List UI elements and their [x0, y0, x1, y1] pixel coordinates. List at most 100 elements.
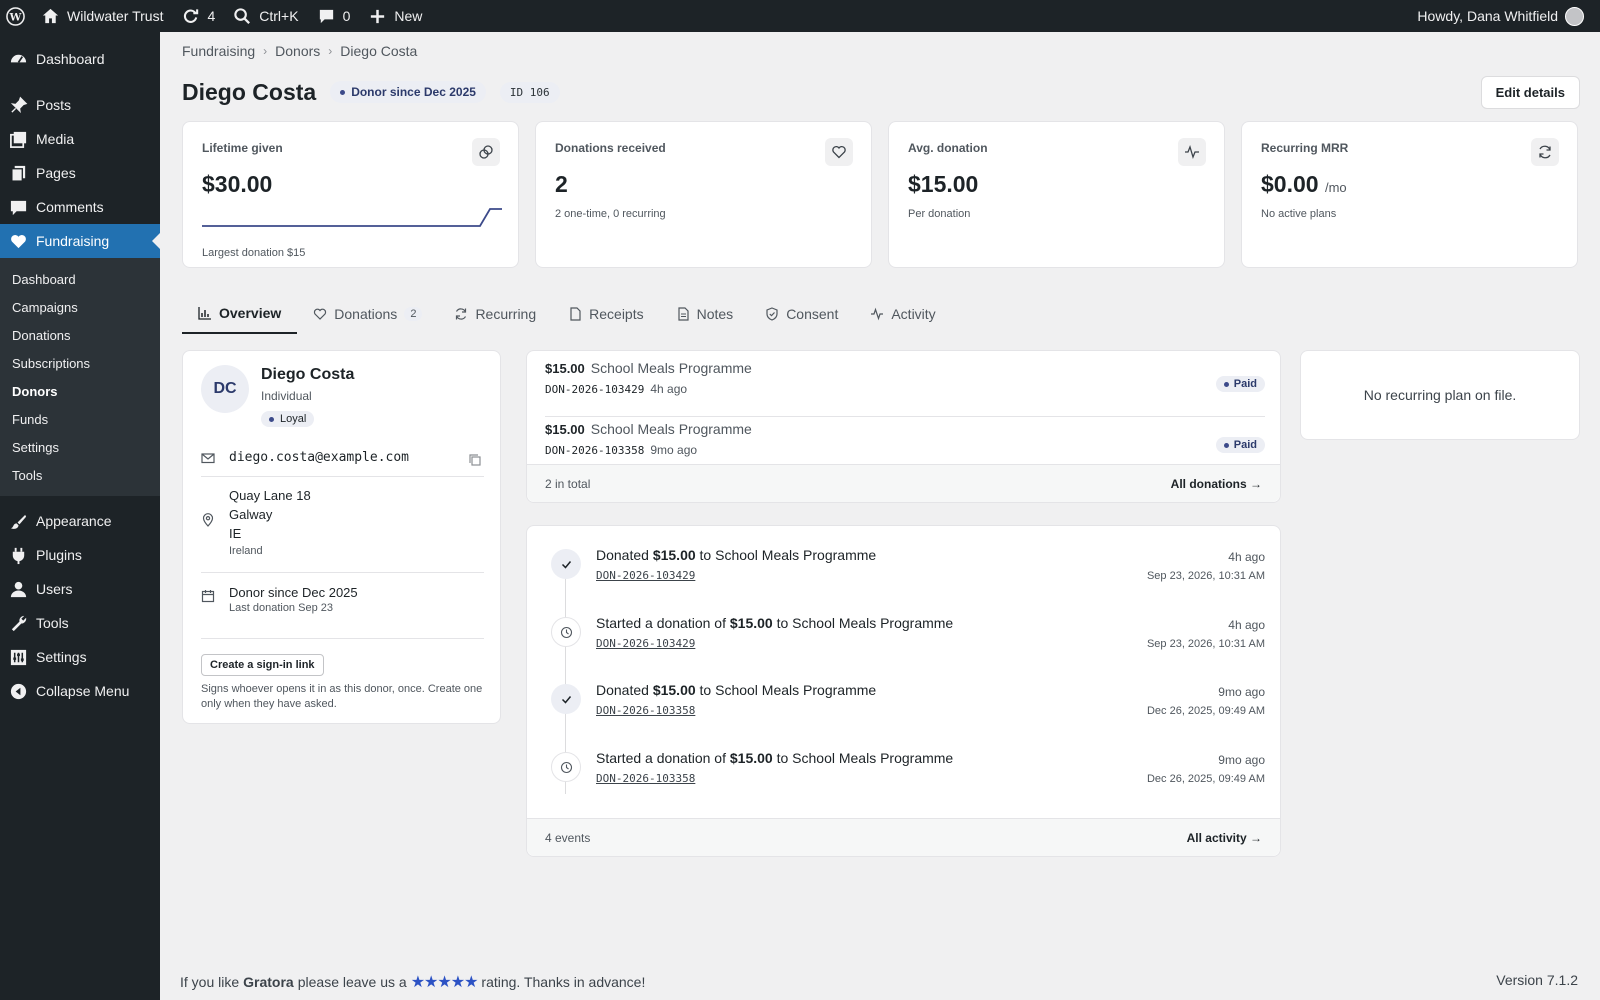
site-name-link[interactable]: Wildwater Trust: [32, 0, 172, 32]
activity-event: Donated $15.00 to School Meals Programme…: [545, 545, 1265, 605]
submenu-funds[interactable]: Funds: [0, 405, 160, 433]
event-prefix: Donated: [596, 547, 653, 563]
menu-appearance[interactable]: Appearance: [0, 504, 160, 538]
page-title: Diego Costa: [182, 78, 317, 105]
tab-label: Receipts: [589, 306, 644, 322]
donor-name: Diego Costa: [261, 366, 355, 383]
clock-icon: [551, 617, 581, 647]
copy-icon[interactable]: [468, 453, 482, 467]
stat-label: Lifetime given: [202, 141, 283, 155]
menu-settings[interactable]: Settings: [0, 640, 160, 674]
donor-email[interactable]: diego.costa@example.com: [229, 448, 409, 467]
event-ago: 4h ago: [1228, 550, 1265, 564]
edit-details-button[interactable]: Edit details: [1480, 75, 1580, 109]
tab-overview[interactable]: Overview: [182, 294, 298, 334]
status-badge-text: Paid: [1233, 378, 1257, 390]
tab-consent[interactable]: Consent: [749, 294, 854, 334]
collapse-icon: [10, 683, 27, 699]
menu-plugins[interactable]: Plugins: [0, 538, 160, 572]
pulse-icon: [871, 307, 884, 321]
signin-note: Signs whoever opens it in as this donor,…: [201, 683, 483, 710]
submenu-tools[interactable]: Tools: [0, 461, 160, 489]
search-link[interactable]: Ctrl+K: [224, 0, 307, 32]
donation-row[interactable]: $15.00 School Meals Programme DON-2026-10…: [545, 360, 1265, 417]
tab-recurring[interactable]: Recurring: [438, 294, 552, 334]
submenu-donors[interactable]: Donors: [0, 377, 160, 405]
user-account-menu[interactable]: Howdy, Dana Whitfield: [1408, 0, 1600, 32]
all-donations-link[interactable]: All donations →: [1171, 477, 1262, 491]
event-donation-link[interactable]: DON-2026-103358: [596, 772, 695, 785]
tab-notes[interactable]: Notes: [660, 294, 750, 334]
new-content-link[interactable]: New: [359, 0, 431, 32]
menu-users[interactable]: Users: [0, 572, 160, 606]
loyal-badge: Loyal: [261, 411, 315, 427]
menu-pages[interactable]: Pages: [0, 156, 160, 190]
event-amount: $15.00: [652, 547, 696, 563]
menu-dashboard[interactable]: Dashboard: [0, 42, 160, 76]
user-avatar: [1565, 6, 1584, 26]
tab-label: Overview: [219, 305, 282, 321]
donation-campaign: School Meals Programme: [590, 360, 752, 376]
event-donation-link[interactable]: DON-2026-103429: [596, 637, 695, 650]
submenu-campaigns[interactable]: Campaigns: [0, 293, 160, 321]
rating-stars-link[interactable]: ★★★★★: [411, 972, 479, 992]
comments-link[interactable]: 0: [308, 0, 360, 32]
menu-fundraising[interactable]: Fundraising: [0, 224, 160, 258]
no-recurring-plan-text: No recurring plan on file.: [1363, 387, 1517, 403]
divider: [201, 638, 484, 639]
breadcrumb-fundraising[interactable]: Fundraising: [182, 43, 255, 59]
submenu-donations[interactable]: Donations: [0, 321, 160, 349]
menu-media[interactable]: Media: [0, 122, 160, 156]
divider: [201, 476, 484, 477]
refresh-icon: [1531, 138, 1559, 166]
stat-label: Recurring MRR: [1261, 141, 1349, 155]
heart-icon: [11, 234, 26, 248]
tab-activity[interactable]: Activity: [854, 294, 951, 334]
submenu-subscriptions[interactable]: Subscriptions: [0, 349, 160, 377]
collapse-menu-button[interactable]: Collapse Menu: [0, 674, 160, 708]
submenu-settings[interactable]: Settings: [0, 433, 160, 461]
event-description: Donated $15.00 to School Meals Programme: [596, 682, 876, 698]
divider: [201, 572, 484, 573]
tab-label: Activity: [891, 306, 936, 322]
event-prefix: Started a donation of: [596, 750, 730, 766]
mail-icon: [201, 453, 215, 464]
event-donation-link[interactable]: DON-2026-103358: [596, 704, 695, 717]
tab-receipts[interactable]: Receipts: [552, 294, 659, 334]
event-suffix: to School Meals Programme: [695, 547, 877, 563]
breadcrumb-separator: ›: [263, 44, 268, 58]
donation-amount: $15.00: [545, 422, 585, 437]
dashboard-icon: [10, 54, 27, 63]
heart-icon: [825, 138, 853, 166]
tab-donations[interactable]: Donations 2: [297, 294, 438, 334]
event-amount: $15.00: [729, 615, 773, 631]
event-donation-link[interactable]: DON-2026-103429: [596, 569, 695, 582]
stat-lifetime-given: Lifetime given $30.00 Largest donation $…: [182, 121, 519, 268]
activity-timeline-card: Donated $15.00 to School Meals Programme…: [526, 525, 1281, 857]
breadcrumb-donors[interactable]: Donors: [275, 43, 320, 59]
events-count: 4 events: [545, 830, 591, 845]
footer-brand: Gratora: [243, 974, 294, 990]
status-badge: Paid: [1215, 376, 1265, 392]
comment-icon: [319, 9, 333, 23]
calendar-icon: [201, 590, 215, 603]
lifetime-sparkline: [202, 208, 502, 227]
file-icon: [570, 307, 581, 321]
donor-avatar: DC: [201, 365, 249, 413]
menu-label: Pages: [36, 165, 76, 181]
menu-tools[interactable]: Tools: [0, 606, 160, 640]
submenu-dashboard[interactable]: Dashboard: [0, 265, 160, 293]
updates-link[interactable]: 4: [172, 0, 224, 32]
stat-value: $30.00: [202, 171, 273, 197]
menu-label: Posts: [36, 97, 72, 113]
menu-posts[interactable]: Posts: [0, 88, 160, 122]
stat-value: $0.00 /mo: [1261, 171, 1558, 198]
wordpress-logo-icon[interactable]: W: [0, 0, 32, 32]
all-activity-link[interactable]: All activity →: [1187, 831, 1262, 845]
comments-count: 0: [342, 8, 351, 24]
menu-comments[interactable]: Comments: [0, 190, 160, 224]
create-signin-link-button[interactable]: Create a sign-in link: [201, 654, 324, 676]
check-icon: [551, 684, 581, 714]
event-amount: $15.00: [729, 750, 773, 766]
updates-count: 4: [207, 8, 216, 24]
